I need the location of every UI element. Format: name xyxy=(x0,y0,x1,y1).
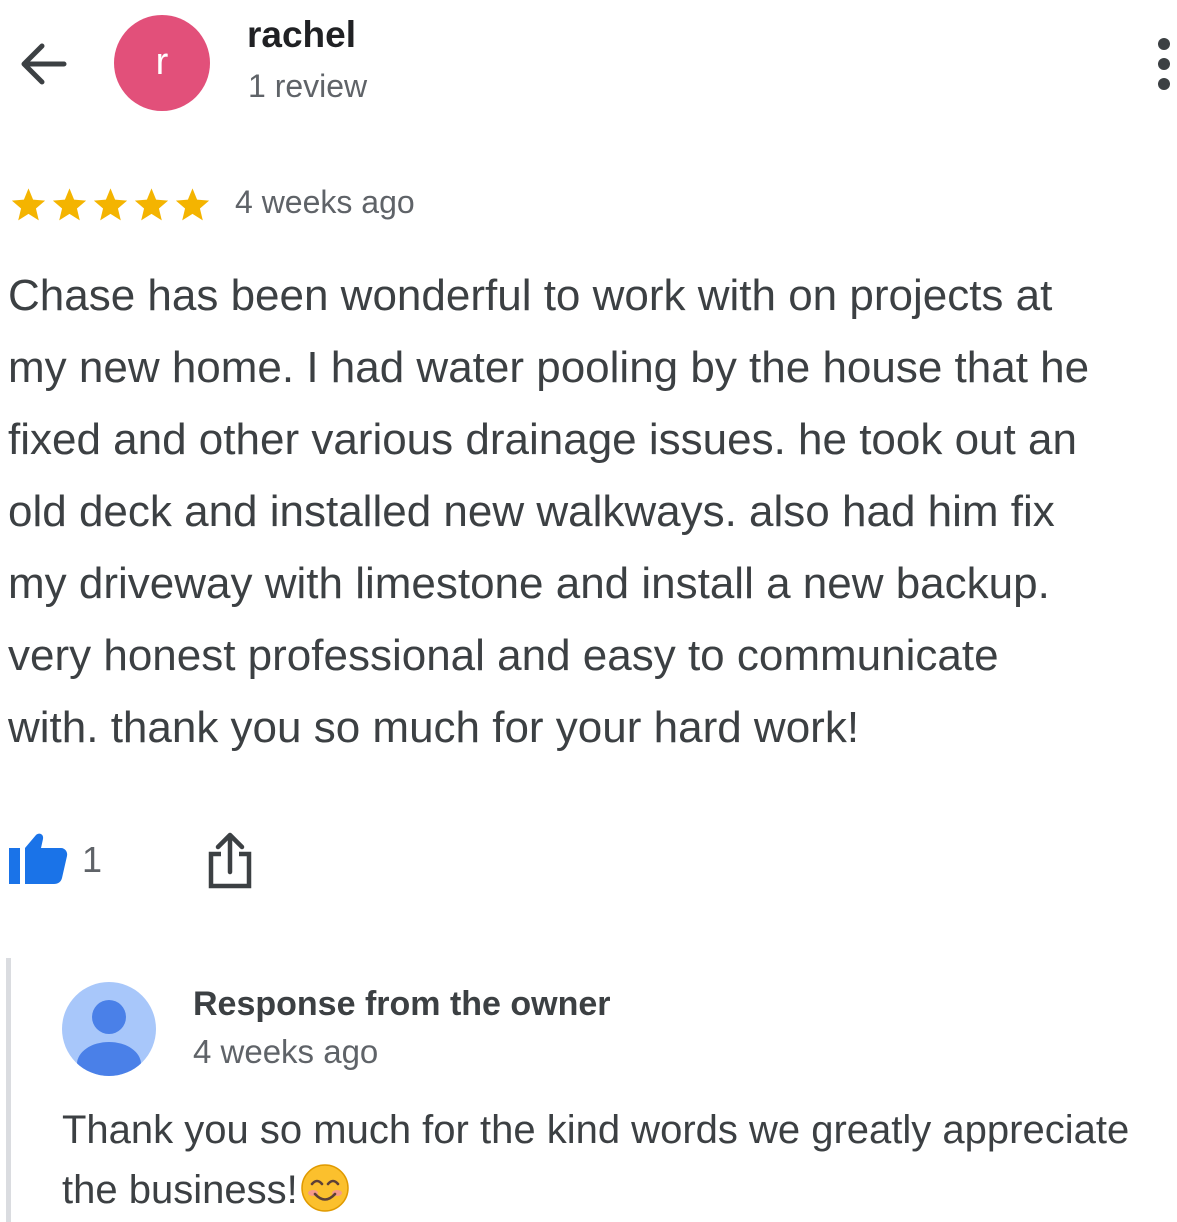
owner-response-line-text: the business! xyxy=(62,1168,298,1212)
owner-avatar xyxy=(62,982,156,1076)
arrow-back-icon xyxy=(21,43,67,85)
owner-response-line-last: the business! xyxy=(62,1160,1177,1220)
owner-response-line: Thank you so much for the kind words we … xyxy=(62,1108,1130,1152)
user-name[interactable]: rachel xyxy=(247,14,356,56)
review-text-line: very honest professional and easy to com… xyxy=(8,631,999,680)
review-text: Chase has been wonderful to work with on… xyxy=(8,260,1177,764)
user-avatar[interactable]: r xyxy=(114,15,210,111)
star-icon xyxy=(93,188,128,221)
star-icon xyxy=(134,188,169,221)
star-rating xyxy=(8,186,213,224)
more-vert-icon xyxy=(1158,38,1170,90)
more-options-button[interactable] xyxy=(1140,34,1177,94)
review-text-line: old deck and installed new walkways. als… xyxy=(8,487,1055,536)
person-avatar-icon xyxy=(62,982,156,1076)
review-text-line: fixed and other various drainage issues.… xyxy=(8,415,1077,464)
share-button[interactable] xyxy=(204,830,256,890)
review-count: 1 review xyxy=(248,68,368,104)
owner-response-text: Thank you so much for the kind words we … xyxy=(62,1100,1177,1220)
owner-response-date: 4 weeks ago xyxy=(193,1033,379,1070)
like-button[interactable]: 1 xyxy=(6,832,102,888)
thumb-up-icon xyxy=(9,833,68,884)
star-icon xyxy=(175,188,210,221)
review-text-line: with. thank you so much for your hard wo… xyxy=(8,703,860,752)
back-button[interactable] xyxy=(14,36,70,92)
like-count: 1 xyxy=(82,839,103,880)
avatar-letter: r xyxy=(155,41,169,83)
response-divider xyxy=(6,958,11,1222)
star-icon xyxy=(11,188,46,221)
review-text-line: my driveway with limestone and install a… xyxy=(8,559,1050,608)
owner-response-title: Response from the owner xyxy=(193,985,611,1023)
review-text-line: Chase has been wonderful to work with on… xyxy=(8,271,1053,320)
review-text-line: my new home. I had water pooling by the … xyxy=(8,343,1090,392)
star-icon xyxy=(52,188,87,221)
smiling-face-emoji-icon xyxy=(300,1164,349,1212)
share-icon xyxy=(208,832,252,889)
review-date: 4 weeks ago xyxy=(235,184,415,220)
